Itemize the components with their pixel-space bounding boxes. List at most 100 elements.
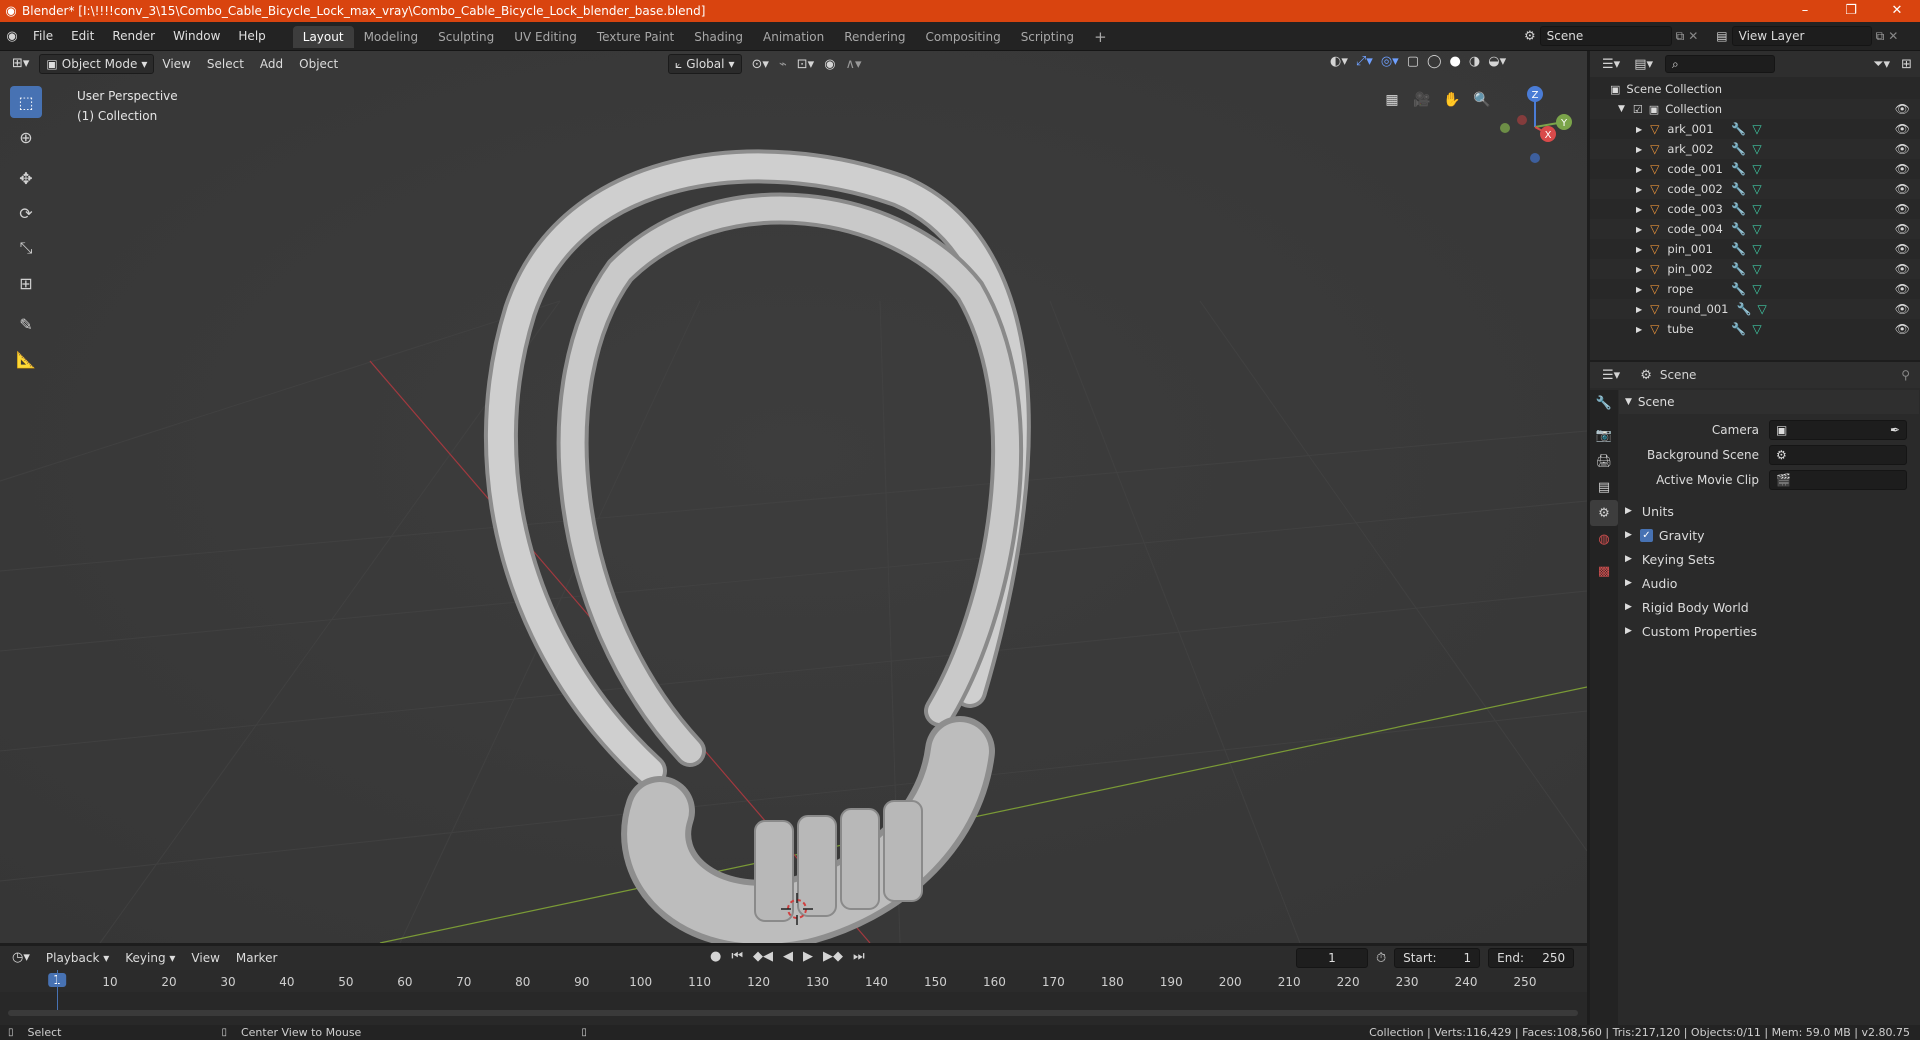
- timeline-menu-playback[interactable]: Playback ▾: [38, 947, 117, 969]
- expand-arrow-icon[interactable]: ▶: [1636, 325, 1642, 334]
- mesh-data-icon[interactable]: ▽: [1752, 322, 1761, 336]
- wireframe-shading-icon[interactable]: ◯: [1427, 54, 1442, 69]
- viewport-menu-object[interactable]: Object: [291, 53, 346, 75]
- background-scene-field[interactable]: ⚙: [1769, 445, 1907, 465]
- blender-menu-icon[interactable]: ◉: [0, 29, 24, 44]
- modifier-icon[interactable]: 🔧: [1736, 302, 1751, 316]
- pin-icon[interactable]: ⚲: [1901, 368, 1910, 382]
- tab-uv-editing[interactable]: UV Editing: [504, 26, 587, 48]
- modifier-icon[interactable]: 🔧: [1731, 222, 1746, 236]
- scene-field[interactable]: Scene: [1539, 26, 1672, 46]
- eye-icon[interactable]: 👁: [1895, 282, 1910, 296]
- expand-arrow-icon[interactable]: ▶: [1636, 225, 1642, 234]
- outliner-item[interactable]: ▶ ▽ code_001 🔧 ▽ 👁: [1590, 159, 1920, 179]
- gravity-checkbox[interactable]: ✓: [1639, 528, 1653, 542]
- output-tab-icon[interactable]: 🖨: [1590, 448, 1618, 474]
- tab-animation[interactable]: Animation: [753, 26, 834, 48]
- properties-editor-icon[interactable]: ☰▾: [1590, 368, 1620, 383]
- filter-icon[interactable]: ⏷▾: [1873, 57, 1890, 72]
- rotate-tool-icon[interactable]: ⟳: [10, 197, 42, 229]
- preview-range-icon[interactable]: ⏱: [1376, 951, 1386, 966]
- outliner-collection[interactable]: ▼ ☑ ▣ Collection 👁: [1590, 99, 1920, 119]
- eye-icon[interactable]: 👁: [1895, 102, 1910, 116]
- transform-orientation-dropdown[interactable]: ⟀ Global ▾: [668, 54, 742, 74]
- transform-tool-icon[interactable]: ⊞: [10, 267, 42, 299]
- grid-view-icon[interactable]: ▦: [1380, 88, 1404, 112]
- outliner-editor-icon[interactable]: ☰▾: [1590, 57, 1620, 72]
- camera-field[interactable]: ▣ ✒: [1769, 420, 1907, 440]
- tab-sculpting[interactable]: Sculpting: [428, 26, 504, 48]
- expand-arrow-icon[interactable]: ▶: [1636, 185, 1642, 194]
- play-icon[interactable]: ▶: [803, 949, 813, 964]
- copy-view-layer-icon[interactable]: ⧉: [1876, 29, 1885, 44]
- start-frame-field[interactable]: Start: 1: [1394, 948, 1481, 968]
- navigation-gizmo[interactable]: Z Y X: [1490, 82, 1580, 172]
- tab-modeling[interactable]: Modeling: [354, 26, 429, 48]
- new-collection-icon[interactable]: ⊞: [1901, 57, 1912, 72]
- expand-arrow-icon[interactable]: ▶: [1636, 205, 1642, 214]
- move-tool-icon[interactable]: ✥: [10, 162, 42, 194]
- panel-rigid-body-world[interactable]: ▶ Rigid Body World: [1619, 596, 1919, 618]
- timeline-menu-marker[interactable]: Marker: [228, 947, 285, 969]
- snap-target-icon[interactable]: ⊡▾: [797, 57, 814, 72]
- pan-hand-icon[interactable]: ✋: [1440, 88, 1464, 112]
- mesh-data-icon[interactable]: ▽: [1752, 242, 1761, 256]
- eye-icon[interactable]: 👁: [1895, 222, 1910, 236]
- expand-arrow-icon[interactable]: ▶: [1636, 165, 1642, 174]
- texture-tab-icon[interactable]: ▩: [1590, 558, 1618, 584]
- remove-view-layer-icon[interactable]: ✕: [1888, 29, 1898, 43]
- menu-edit[interactable]: Edit: [62, 22, 103, 51]
- view-layer-tab-icon[interactable]: ▤: [1590, 474, 1618, 500]
- record-icon[interactable]: ●: [710, 949, 721, 964]
- tab-texture-paint[interactable]: Texture Paint: [587, 26, 684, 48]
- pivot-point-icon[interactable]: ⊙▾: [752, 57, 769, 72]
- modifier-icon[interactable]: 🔧: [1731, 262, 1746, 276]
- modifier-icon[interactable]: 🔧: [1731, 202, 1746, 216]
- eye-icon[interactable]: 👁: [1895, 262, 1910, 276]
- select-box-tool-icon[interactable]: ⬚: [10, 86, 42, 118]
- panel-keying-sets[interactable]: ▶ Keying Sets: [1619, 548, 1919, 570]
- outliner-item[interactable]: ▶ ▽ round_001 🔧 ▽ 👁: [1590, 299, 1920, 319]
- panel-gravity[interactable]: ▶ ✓ Gravity: [1619, 524, 1919, 546]
- outliner-item[interactable]: ▶ ▽ code_002 🔧 ▽ 👁: [1590, 179, 1920, 199]
- snap-icon[interactable]: ⌁: [779, 57, 787, 72]
- modifier-icon[interactable]: 🔧: [1731, 182, 1746, 196]
- mesh-data-icon[interactable]: ▽: [1752, 222, 1761, 236]
- camera-view-icon[interactable]: 🎥: [1410, 88, 1434, 112]
- eye-icon[interactable]: 👁: [1895, 302, 1910, 316]
- expand-arrow-icon[interactable]: ▶: [1636, 285, 1642, 294]
- expand-arrow-icon[interactable]: ▶: [1636, 145, 1642, 154]
- xray-icon[interactable]: ▢: [1407, 54, 1419, 69]
- close-button[interactable]: ✕: [1874, 0, 1920, 22]
- expand-arrow-icon[interactable]: ▶: [1636, 245, 1642, 254]
- modifier-icon[interactable]: 🔧: [1731, 282, 1746, 296]
- overlays-icon[interactable]: ◎▾: [1381, 54, 1399, 69]
- current-frame-field[interactable]: 1: [1296, 948, 1368, 968]
- display-mode-icon[interactable]: ▤▾: [1620, 57, 1653, 72]
- viewport-menu-view[interactable]: View: [154, 53, 198, 75]
- outliner-search-input[interactable]: ⌕: [1665, 55, 1775, 73]
- menu-help[interactable]: Help: [229, 22, 274, 51]
- scene-icon[interactable]: ⚙: [1524, 29, 1536, 44]
- menu-file[interactable]: File: [24, 22, 62, 51]
- jump-start-icon[interactable]: ⏮: [731, 949, 743, 964]
- annotate-tool-icon[interactable]: ✎: [10, 308, 42, 340]
- expand-arrow-icon[interactable]: ▶: [1636, 125, 1642, 134]
- maximize-button[interactable]: ❐: [1828, 0, 1874, 22]
- 3d-viewport[interactable]: [0, 51, 1587, 943]
- scene-tab-icon[interactable]: ⚙: [1590, 500, 1618, 526]
- remove-scene-icon[interactable]: ✕: [1688, 29, 1698, 43]
- modifier-icon[interactable]: 🔧: [1731, 322, 1746, 336]
- tab-layout[interactable]: Layout: [292, 26, 354, 48]
- timeline-scrollbar[interactable]: [8, 1010, 1578, 1016]
- next-keyframe-icon[interactable]: ▶◆: [823, 949, 843, 964]
- modifier-icon[interactable]: 🔧: [1731, 162, 1746, 176]
- viewport-menu-add[interactable]: Add: [252, 53, 291, 75]
- eye-icon[interactable]: 👁: [1895, 182, 1910, 196]
- outliner-item[interactable]: ▶ ▽ tube 🔧 ▽ 👁: [1590, 319, 1920, 339]
- minimize-button[interactable]: –: [1782, 0, 1828, 22]
- visibility-icon[interactable]: ◐▾: [1330, 54, 1348, 69]
- mesh-data-icon[interactable]: ▽: [1752, 162, 1761, 176]
- outliner-scene-collection[interactable]: ▣ Scene Collection: [1590, 79, 1920, 99]
- timeline-menu-keying[interactable]: Keying ▾: [117, 947, 183, 969]
